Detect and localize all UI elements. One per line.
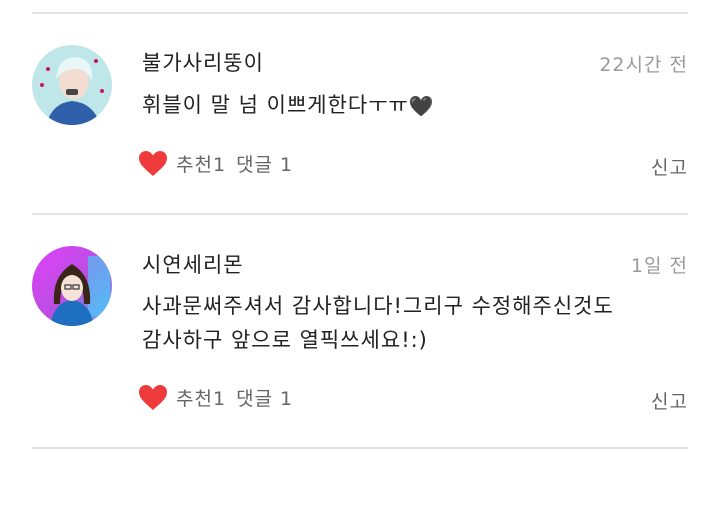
username[interactable]: 시연세리몬: [142, 249, 244, 279]
divider: [32, 213, 688, 215]
report-button[interactable]: 신고: [651, 387, 688, 414]
comment-line: 휘블이 말 넘 이쁘게한다ㅜㅠ: [142, 93, 409, 117]
like-heart-icon[interactable]: [138, 384, 168, 411]
like-count[interactable]: 추천1: [176, 150, 226, 177]
comment-list: 불가사리뚱이 22시간 전 휘블이 말 넘 이쁘게한다ㅜㅠ🖤 추천1 댓글 1 …: [0, 0, 710, 532]
avatar-image: [32, 246, 112, 326]
like-count[interactable]: 추천1: [176, 384, 226, 411]
comment-line: 감사하구 앞으로 열픽쓰세요!:): [142, 328, 428, 352]
avatar-image: [32, 45, 112, 125]
reply-count[interactable]: 댓글 1: [236, 384, 293, 411]
avatar[interactable]: [32, 246, 112, 326]
username[interactable]: 불가사리뚱이: [142, 47, 264, 77]
report-button[interactable]: 신고: [651, 153, 688, 180]
timestamp: 22시간 전: [599, 54, 688, 76]
timestamp: 1일 전: [630, 255, 688, 277]
reply-count[interactable]: 댓글 1: [236, 150, 293, 177]
black-heart-emoji: 🖤: [408, 94, 435, 118]
comment-actions: 추천1 댓글 1: [138, 150, 293, 177]
divider: [32, 12, 688, 14]
divider: [32, 447, 688, 449]
like-heart-icon[interactable]: [138, 150, 168, 177]
comment-text: 사과문써주셔서 감사합니다!그리구 수정해주신것도 감사하구 앞으로 열픽쓰세요…: [142, 289, 687, 357]
avatar[interactable]: [32, 45, 112, 125]
comment-text: 휘블이 말 넘 이쁘게한다ㅜㅠ🖤: [142, 88, 687, 123]
comment-actions: 추천1 댓글 1: [138, 384, 293, 411]
comment-line: 사과문써주셔서 감사합니다!그리구 수정해주신것도: [142, 294, 614, 318]
